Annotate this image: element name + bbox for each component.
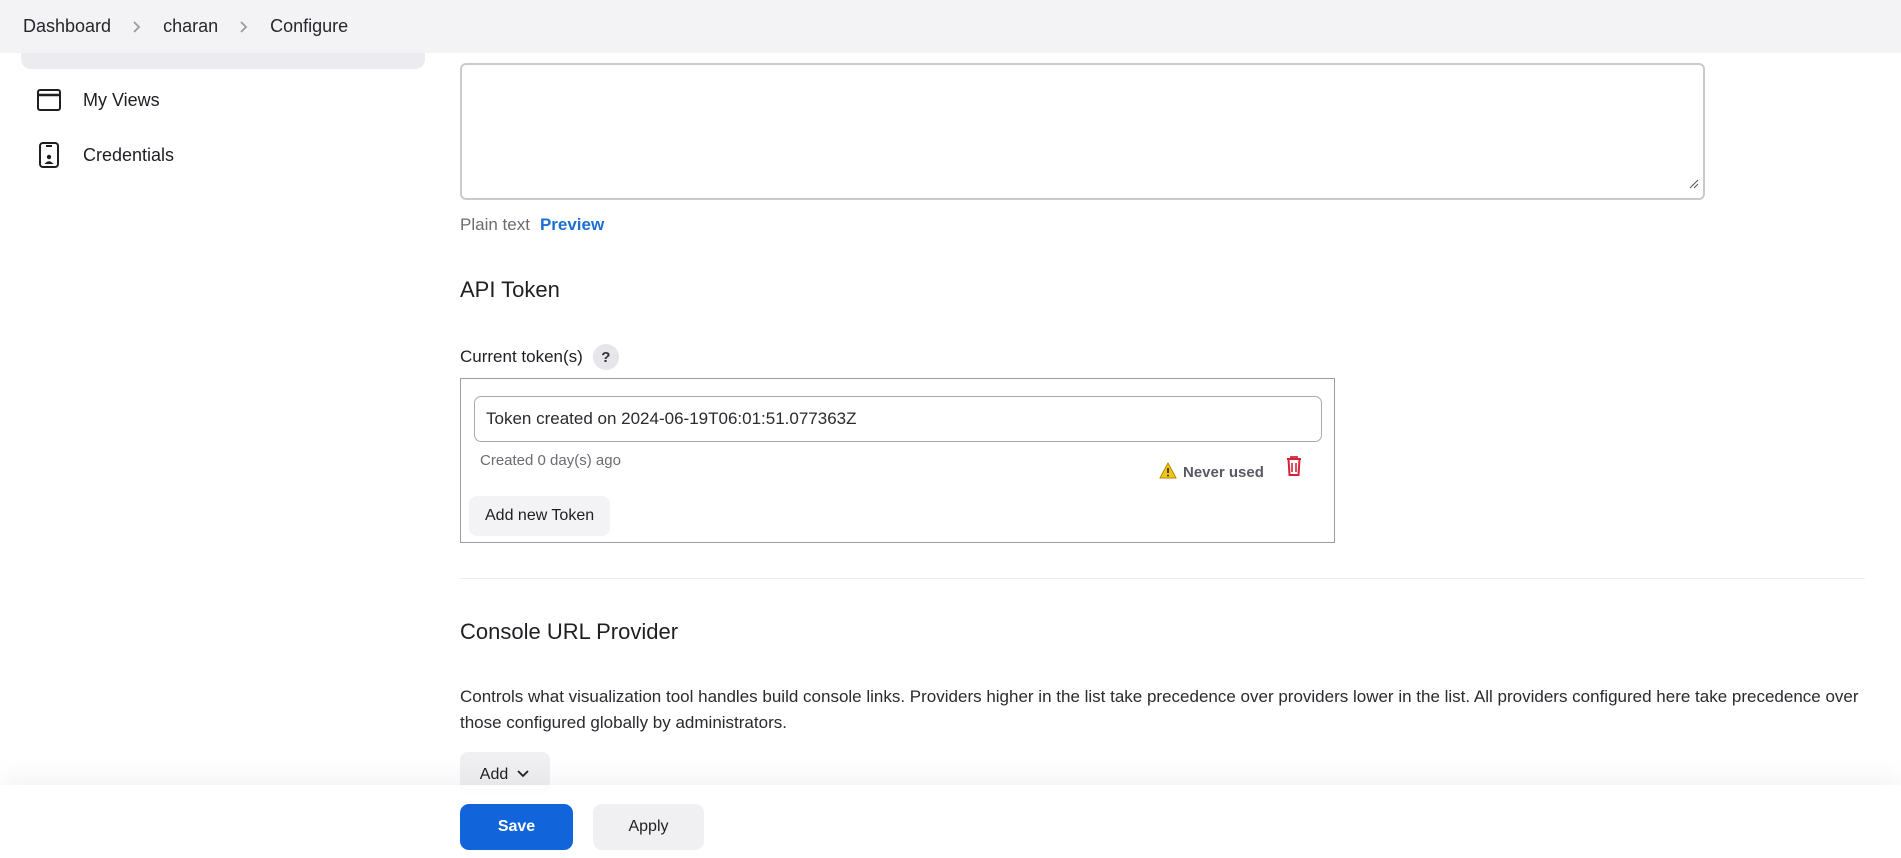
- save-button[interactable]: Save: [460, 804, 573, 850]
- warning-icon: [1159, 461, 1177, 483]
- preview-link[interactable]: Preview: [540, 215, 604, 235]
- phone-badge-icon: [35, 141, 63, 169]
- breadcrumb-bar: Dashboard charan Configure: [0, 0, 1901, 53]
- token-usage-status: Never used: [1159, 461, 1264, 483]
- help-icon[interactable]: ?: [592, 344, 619, 370]
- description-textarea[interactable]: [460, 63, 1705, 200]
- token-list: Token created on 2024-06-19T06:01:51.077…: [460, 378, 1335, 543]
- breadcrumb-user[interactable]: charan: [163, 16, 218, 37]
- console-url-description: Controls what visualization tool handles…: [460, 687, 1859, 732]
- window-icon: [35, 86, 63, 114]
- resize-grip-icon[interactable]: [1689, 176, 1699, 194]
- sidebar-item-my-views[interactable]: My Views: [21, 78, 425, 122]
- current-tokens-row: Current token(s) ?: [460, 344, 619, 370]
- breadcrumb: Dashboard charan Configure: [23, 16, 348, 37]
- add-provider-label: Add: [479, 766, 509, 783]
- token-name-field[interactable]: Token created on 2024-06-19T06:01:51.077…: [474, 396, 1322, 442]
- bottom-action-bar: [0, 785, 1901, 858]
- token-created-text: Created 0 day(s) ago: [480, 452, 621, 469]
- chevron-right-icon: [230, 19, 258, 35]
- sidebar-item-label: Credentials: [83, 144, 175, 165]
- console-url-heading: Console URL Provider: [460, 619, 679, 644]
- section-divider: [460, 578, 1865, 579]
- sidebar-item-credentials[interactable]: Credentials: [21, 133, 425, 177]
- current-tokens-label: Current token(s): [460, 347, 583, 366]
- chevron-right-icon: [123, 19, 151, 35]
- chevron-down-icon: [516, 766, 530, 784]
- sidebar-item-label: My Views: [83, 89, 160, 110]
- sidebar: My Views Credentials: [0, 0, 440, 858]
- api-token-heading: API Token: [460, 277, 560, 302]
- breadcrumb-configure[interactable]: Configure: [270, 16, 348, 37]
- plain-text-label: Plain text: [460, 215, 530, 234]
- trash-icon[interactable]: [1285, 455, 1303, 482]
- add-new-token-button[interactable]: Add new Token: [469, 496, 611, 536]
- token-usage-label: Never used: [1183, 464, 1264, 481]
- format-row: Plain text Preview: [460, 215, 604, 235]
- apply-button[interactable]: Apply: [593, 804, 704, 850]
- breadcrumb-dashboard[interactable]: Dashboard: [23, 16, 111, 37]
